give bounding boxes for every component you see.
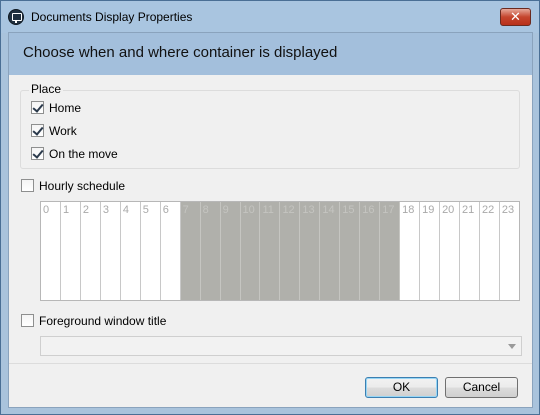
hour-cell[interactable]: 19 [420,202,441,300]
hour-cell[interactable]: 22 [480,202,500,300]
button-footer: OK Cancel [9,364,532,407]
foreground-window-title-checkbox[interactable] [21,314,34,327]
hour-cell[interactable]: 18 [400,202,421,300]
hour-label: 3 [102,204,109,216]
foreground-window-title-label[interactable]: Foreground window title [39,314,166,328]
hour-cell[interactable]: 16 [360,202,381,300]
hour-label: 21 [462,204,475,216]
dialog-window: Documents Display Properties ✕ Choose wh… [0,0,540,415]
monitor-icon [8,9,24,25]
hour-cell[interactable]: 13 [300,202,321,300]
hour-label: 11 [262,204,274,216]
hour-label: 7 [182,204,189,216]
hourly-schedule-checkbox[interactable] [21,179,34,192]
dialog-heading: Choose when and where container is displ… [23,44,338,61]
hour-cell[interactable]: 20 [440,202,461,300]
place-group-label: Place [29,82,64,96]
hour-cell[interactable]: 2 [81,202,101,300]
hour-label: 22 [481,204,495,216]
hour-label: 0 [43,204,50,216]
hour-label: 15 [342,204,355,216]
hour-cell[interactable]: 14 [320,202,341,300]
ok-button[interactable]: OK [365,377,438,398]
hour-label: 6 [162,204,169,216]
hour-label: 8 [202,204,209,216]
hour-label: 16 [362,204,375,216]
hour-cell[interactable]: 12 [280,202,301,300]
hour-label: 9 [222,204,229,216]
hour-cell[interactable]: 3 [101,202,121,300]
hour-cell[interactable]: 9 [220,202,241,300]
hour-cell[interactable]: 21 [460,202,480,300]
hour-label: 5 [142,204,149,216]
hour-label: 1 [62,204,70,216]
hour-cell[interactable]: 0 [41,202,61,300]
hour-label: 13 [302,204,315,216]
hour-label: 2 [82,204,90,216]
hour-cell[interactable]: 17 [380,202,401,300]
header-band: Choose when and where container is displ… [9,33,532,75]
hour-cell[interactable]: 1 [61,202,81,300]
work-label[interactable]: Work [49,124,77,138]
hourly-schedule-label[interactable]: Hourly schedule [39,179,125,193]
hour-cell[interactable]: 6 [161,202,181,300]
hourly-schedule-grid[interactable]: 0 1 2 3 4 5 6 7 8 9 10 11 12 13 14 15 16 17 18 19 20 21 22 23 [40,201,520,301]
hour-label: 14 [322,204,335,216]
home-checkbox[interactable] [31,101,44,114]
home-label[interactable]: Home [49,101,81,115]
window-title: Documents Display Properties [31,10,193,24]
hour-cell[interactable]: 7 [180,202,201,300]
on-the-move-label[interactable]: On the move [49,147,118,161]
hour-cell[interactable]: 4 [121,202,141,300]
title-bar: Documents Display Properties ✕ [1,1,539,33]
hour-cell[interactable]: 11 [260,202,281,300]
chevron-down-icon[interactable] [508,344,516,349]
foreground-window-title-dropdown[interactable] [40,336,522,356]
hour-cell[interactable]: 8 [200,202,221,300]
hour-label: 23 [501,204,515,216]
dialog-client-area: Choose when and where container is displ… [8,32,533,408]
hour-cell[interactable]: 5 [141,202,161,300]
hour-label: 18 [402,204,415,216]
work-checkbox[interactable] [31,124,44,137]
hour-label: 12 [282,204,295,216]
hour-label: 19 [422,204,435,216]
hour-cell[interactable]: 15 [340,202,361,300]
close-icon[interactable]: ✕ [500,8,531,26]
hour-label: 10 [242,204,255,216]
hour-label: 17 [382,204,395,216]
cancel-button[interactable]: Cancel [445,377,518,398]
hour-cell[interactable]: 10 [240,202,261,300]
hour-label: 20 [442,204,455,216]
hour-label: 4 [122,204,129,216]
on-the-move-checkbox[interactable] [31,147,44,160]
hour-cell[interactable]: 23 [500,202,519,300]
